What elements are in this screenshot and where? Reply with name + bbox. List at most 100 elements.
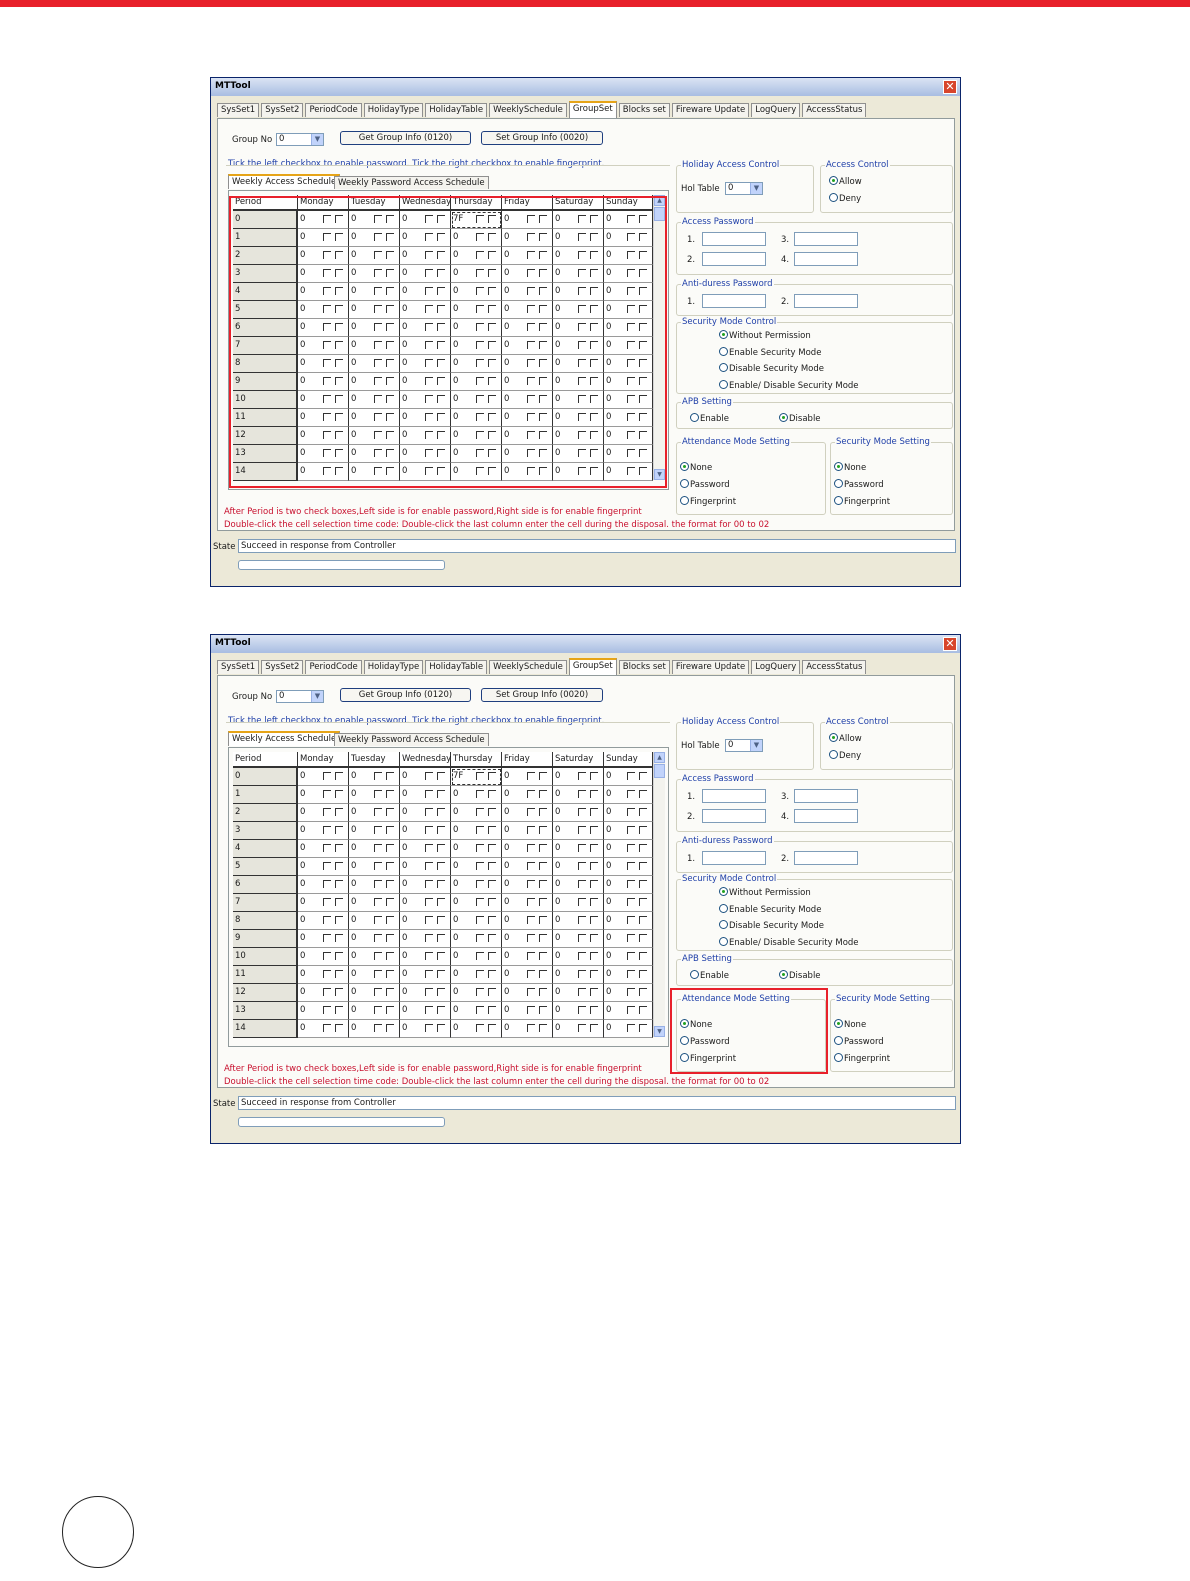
fingerprint-checkbox[interactable] xyxy=(488,449,496,457)
password-checkbox[interactable] xyxy=(323,377,331,385)
schedule-cell[interactable]: 0 xyxy=(349,786,400,804)
radio-allow[interactable]: Allow xyxy=(829,733,862,744)
schedule-cell[interactable]: 0 xyxy=(298,822,349,840)
schedule-cell[interactable]: 0 xyxy=(604,804,653,822)
password-checkbox[interactable] xyxy=(627,287,635,295)
fingerprint-checkbox[interactable] xyxy=(539,305,547,313)
password-checkbox[interactable] xyxy=(578,952,586,960)
schedule-cell[interactable]: 0 xyxy=(553,265,604,283)
schedule-cell[interactable]: 0 xyxy=(349,283,400,301)
schedule-cell[interactable]: 0 xyxy=(553,1020,604,1038)
password-checkbox[interactable] xyxy=(374,970,382,978)
schedule-cell[interactable]: 0 xyxy=(553,768,604,786)
password-checkbox[interactable] xyxy=(476,215,484,223)
schedule-cell[interactable]: 0 xyxy=(400,247,451,265)
fingerprint-checkbox[interactable] xyxy=(590,808,598,816)
fingerprint-checkbox[interactable] xyxy=(639,431,647,439)
schedule-cell[interactable]: 0 xyxy=(400,283,451,301)
fingerprint-checkbox[interactable] xyxy=(488,844,496,852)
fingerprint-checkbox[interactable] xyxy=(639,359,647,367)
fingerprint-checkbox[interactable] xyxy=(335,359,343,367)
fingerprint-checkbox[interactable] xyxy=(539,934,547,942)
radio-security-setting-password[interactable]: Password xyxy=(834,479,884,490)
schedule-cell[interactable]: 0 xyxy=(400,804,451,822)
schedule-cell[interactable]: 0 xyxy=(400,912,451,930)
password-checkbox[interactable] xyxy=(374,323,382,331)
schedule-cell[interactable]: 0 xyxy=(604,930,653,948)
password-checkbox[interactable] xyxy=(527,1006,535,1014)
fingerprint-checkbox[interactable] xyxy=(539,413,547,421)
fingerprint-checkbox[interactable] xyxy=(639,377,647,385)
schedule-cell[interactable]: 0 xyxy=(502,391,553,409)
password-checkbox[interactable] xyxy=(527,862,535,870)
password-checkbox[interactable] xyxy=(476,898,484,906)
fingerprint-checkbox[interactable] xyxy=(488,826,496,834)
password-4-input[interactable] xyxy=(794,252,858,266)
password-checkbox[interactable] xyxy=(425,215,433,223)
password-checkbox[interactable] xyxy=(578,287,586,295)
schedule-cell[interactable]: 0 xyxy=(553,337,604,355)
password-checkbox[interactable] xyxy=(374,934,382,942)
password-checkbox[interactable] xyxy=(425,305,433,313)
fingerprint-checkbox[interactable] xyxy=(639,305,647,313)
schedule-cell[interactable]: 0 xyxy=(349,463,400,481)
password-checkbox[interactable] xyxy=(476,467,484,475)
fingerprint-checkbox[interactable] xyxy=(437,305,445,313)
password-checkbox[interactable] xyxy=(578,862,586,870)
fingerprint-checkbox[interactable] xyxy=(335,377,343,385)
fingerprint-checkbox[interactable] xyxy=(335,916,343,924)
radio-deny[interactable]: Deny xyxy=(829,750,861,761)
password-checkbox[interactable] xyxy=(578,988,586,996)
fingerprint-checkbox[interactable] xyxy=(386,341,394,349)
schedule-cell[interactable]: 0 xyxy=(502,409,553,427)
password-checkbox[interactable] xyxy=(374,844,382,852)
radio-attendance-fingerprint[interactable]: Fingerprint xyxy=(680,1053,736,1064)
fingerprint-checkbox[interactable] xyxy=(488,790,496,798)
fingerprint-checkbox[interactable] xyxy=(590,916,598,924)
schedule-cell[interactable]: 0 xyxy=(349,930,400,948)
password-checkbox[interactable] xyxy=(527,251,535,259)
password-checkbox[interactable] xyxy=(425,449,433,457)
schedule-cell[interactable]: 0 xyxy=(604,876,653,894)
schedule-cell[interactable]: 0 xyxy=(502,265,553,283)
radio-security-setting-none[interactable]: None xyxy=(834,462,866,473)
schedule-cell[interactable]: 7F xyxy=(451,768,502,786)
schedule-cell[interactable]: 0 xyxy=(553,211,604,229)
password-checkbox[interactable] xyxy=(578,305,586,313)
fingerprint-checkbox[interactable] xyxy=(335,305,343,313)
password-checkbox[interactable] xyxy=(374,898,382,906)
schedule-cell[interactable]: 0 xyxy=(553,930,604,948)
schedule-cell[interactable]: 0 xyxy=(400,876,451,894)
schedule-cell[interactable]: 0 xyxy=(451,337,502,355)
password-checkbox[interactable] xyxy=(425,988,433,996)
tab-fireware-update[interactable]: Fireware Update xyxy=(671,660,750,674)
schedule-cell[interactable]: 0 xyxy=(451,301,502,319)
tab-holidaytable[interactable]: HolidayTable xyxy=(425,103,488,117)
fingerprint-checkbox[interactable] xyxy=(539,269,547,277)
schedule-cell[interactable]: 0 xyxy=(502,337,553,355)
radio-attendance-fingerprint[interactable]: Fingerprint xyxy=(680,496,736,507)
fingerprint-checkbox[interactable] xyxy=(437,431,445,439)
schedule-cell[interactable]: 0 xyxy=(451,786,502,804)
schedule-cell[interactable]: 0 xyxy=(349,768,400,786)
schedule-cell[interactable]: 0 xyxy=(400,301,451,319)
schedule-cell[interactable]: 0 xyxy=(298,912,349,930)
tab-periodcode[interactable]: PeriodCode xyxy=(305,660,362,674)
schedule-cell[interactable]: 0 xyxy=(298,768,349,786)
radio-deny[interactable]: Deny xyxy=(829,193,861,204)
radio-security-mode-2[interactable]: Disable Security Mode xyxy=(719,363,824,374)
schedule-cell[interactable]: 0 xyxy=(502,804,553,822)
fingerprint-checkbox[interactable] xyxy=(437,287,445,295)
fingerprint-checkbox[interactable] xyxy=(590,844,598,852)
fingerprint-checkbox[interactable] xyxy=(539,377,547,385)
password-checkbox[interactable] xyxy=(627,862,635,870)
schedule-cell[interactable]: 0 xyxy=(553,301,604,319)
password-checkbox[interactable] xyxy=(323,862,331,870)
password-checkbox[interactable] xyxy=(578,844,586,852)
schedule-cell[interactable]: 0 xyxy=(298,840,349,858)
tab-weekly-access-schedule[interactable]: Weekly Access Schedule xyxy=(228,174,341,189)
fingerprint-checkbox[interactable] xyxy=(386,233,394,241)
schedule-cell[interactable]: 0 xyxy=(298,804,349,822)
schedule-cell[interactable]: 0 xyxy=(349,337,400,355)
fingerprint-checkbox[interactable] xyxy=(488,431,496,439)
